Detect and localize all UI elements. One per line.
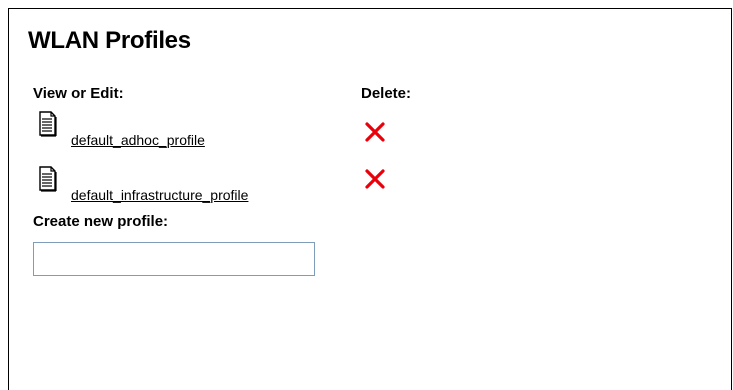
delete-x-icon[interactable] (364, 168, 386, 190)
document-icon[interactable] (31, 109, 61, 141)
profile-link-adhoc[interactable]: default_adhoc_profile (71, 132, 205, 148)
wlan-profiles-panel: WLAN Profiles View or Edit: Delete: defa… (8, 8, 732, 390)
profile-link-infrastructure[interactable]: default_infrastructure_profile (71, 187, 248, 203)
page-title: WLAN Profiles (28, 27, 191, 54)
new-profile-input[interactable] (33, 242, 315, 276)
document-icon[interactable] (31, 164, 61, 196)
delete-column-header: Delete: (361, 85, 412, 102)
view-edit-column-header: View or Edit: (33, 85, 124, 102)
delete-x-icon[interactable] (364, 121, 386, 143)
create-profile-label: Create new profile: (33, 213, 169, 230)
